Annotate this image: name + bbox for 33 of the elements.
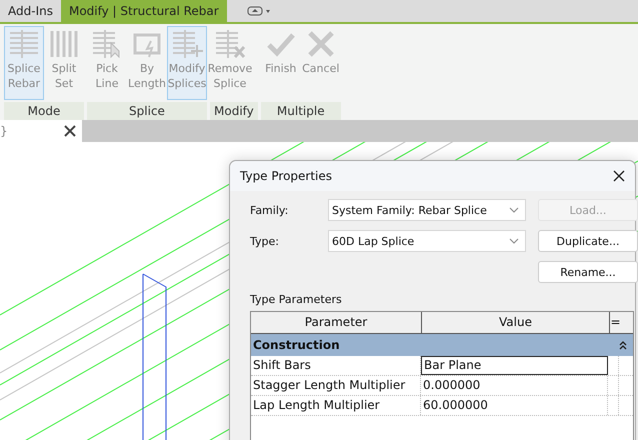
dialog-title: Type Properties xyxy=(240,169,332,183)
panel-label: Splice xyxy=(87,102,207,120)
value-cell[interactable]: Bar Plane xyxy=(421,356,608,375)
table-cell: Lap Length Multiplier xyxy=(251,396,421,415)
dropdown-field[interactable]: 60D Lap Splice xyxy=(328,230,526,252)
dialog-button[interactable]: Rename... xyxy=(538,261,638,283)
dropdown-field[interactable]: System Family: Rebar Splice xyxy=(328,199,526,221)
dialog-button[interactable]: Duplicate... xyxy=(538,230,638,252)
vertical-bars-icon xyxy=(48,29,80,59)
group-header-row[interactable]: Construction xyxy=(251,334,633,356)
panel-label: Modify xyxy=(210,102,258,120)
close-icon[interactable] xyxy=(613,170,625,182)
column-header[interactable]: = xyxy=(610,312,621,333)
value-cell[interactable]: 60.000000 xyxy=(421,396,608,415)
table-cell: Stagger Length Multiplier xyxy=(251,376,421,395)
collapse-icon[interactable] xyxy=(619,340,627,350)
column-header[interactable]: Parameter xyxy=(251,312,422,333)
table-cell: Shift Bars xyxy=(251,356,421,375)
value-cell[interactable]: 0.000000 xyxy=(421,376,608,395)
column-header[interactable]: Value xyxy=(422,312,610,333)
ribbon-tab[interactable]: Modify | Structural Rebar xyxy=(60,0,227,22)
panel-toggle-icon[interactable] xyxy=(246,6,271,16)
chevron-down-icon xyxy=(509,238,519,244)
view-tab[interactable]: } xyxy=(0,120,82,142)
panel-label: Multiple xyxy=(260,102,341,120)
view-tab-label: } xyxy=(0,124,8,138)
panel-label: Mode xyxy=(4,102,84,120)
ribbon-tab[interactable]: Add-Ins xyxy=(0,0,61,22)
field-label: Type: xyxy=(250,234,280,248)
close-icon[interactable] xyxy=(64,125,76,137)
field-label: Family: xyxy=(250,204,290,216)
section-label: Type Parameters xyxy=(250,293,343,306)
chevron-down-icon xyxy=(509,207,519,213)
